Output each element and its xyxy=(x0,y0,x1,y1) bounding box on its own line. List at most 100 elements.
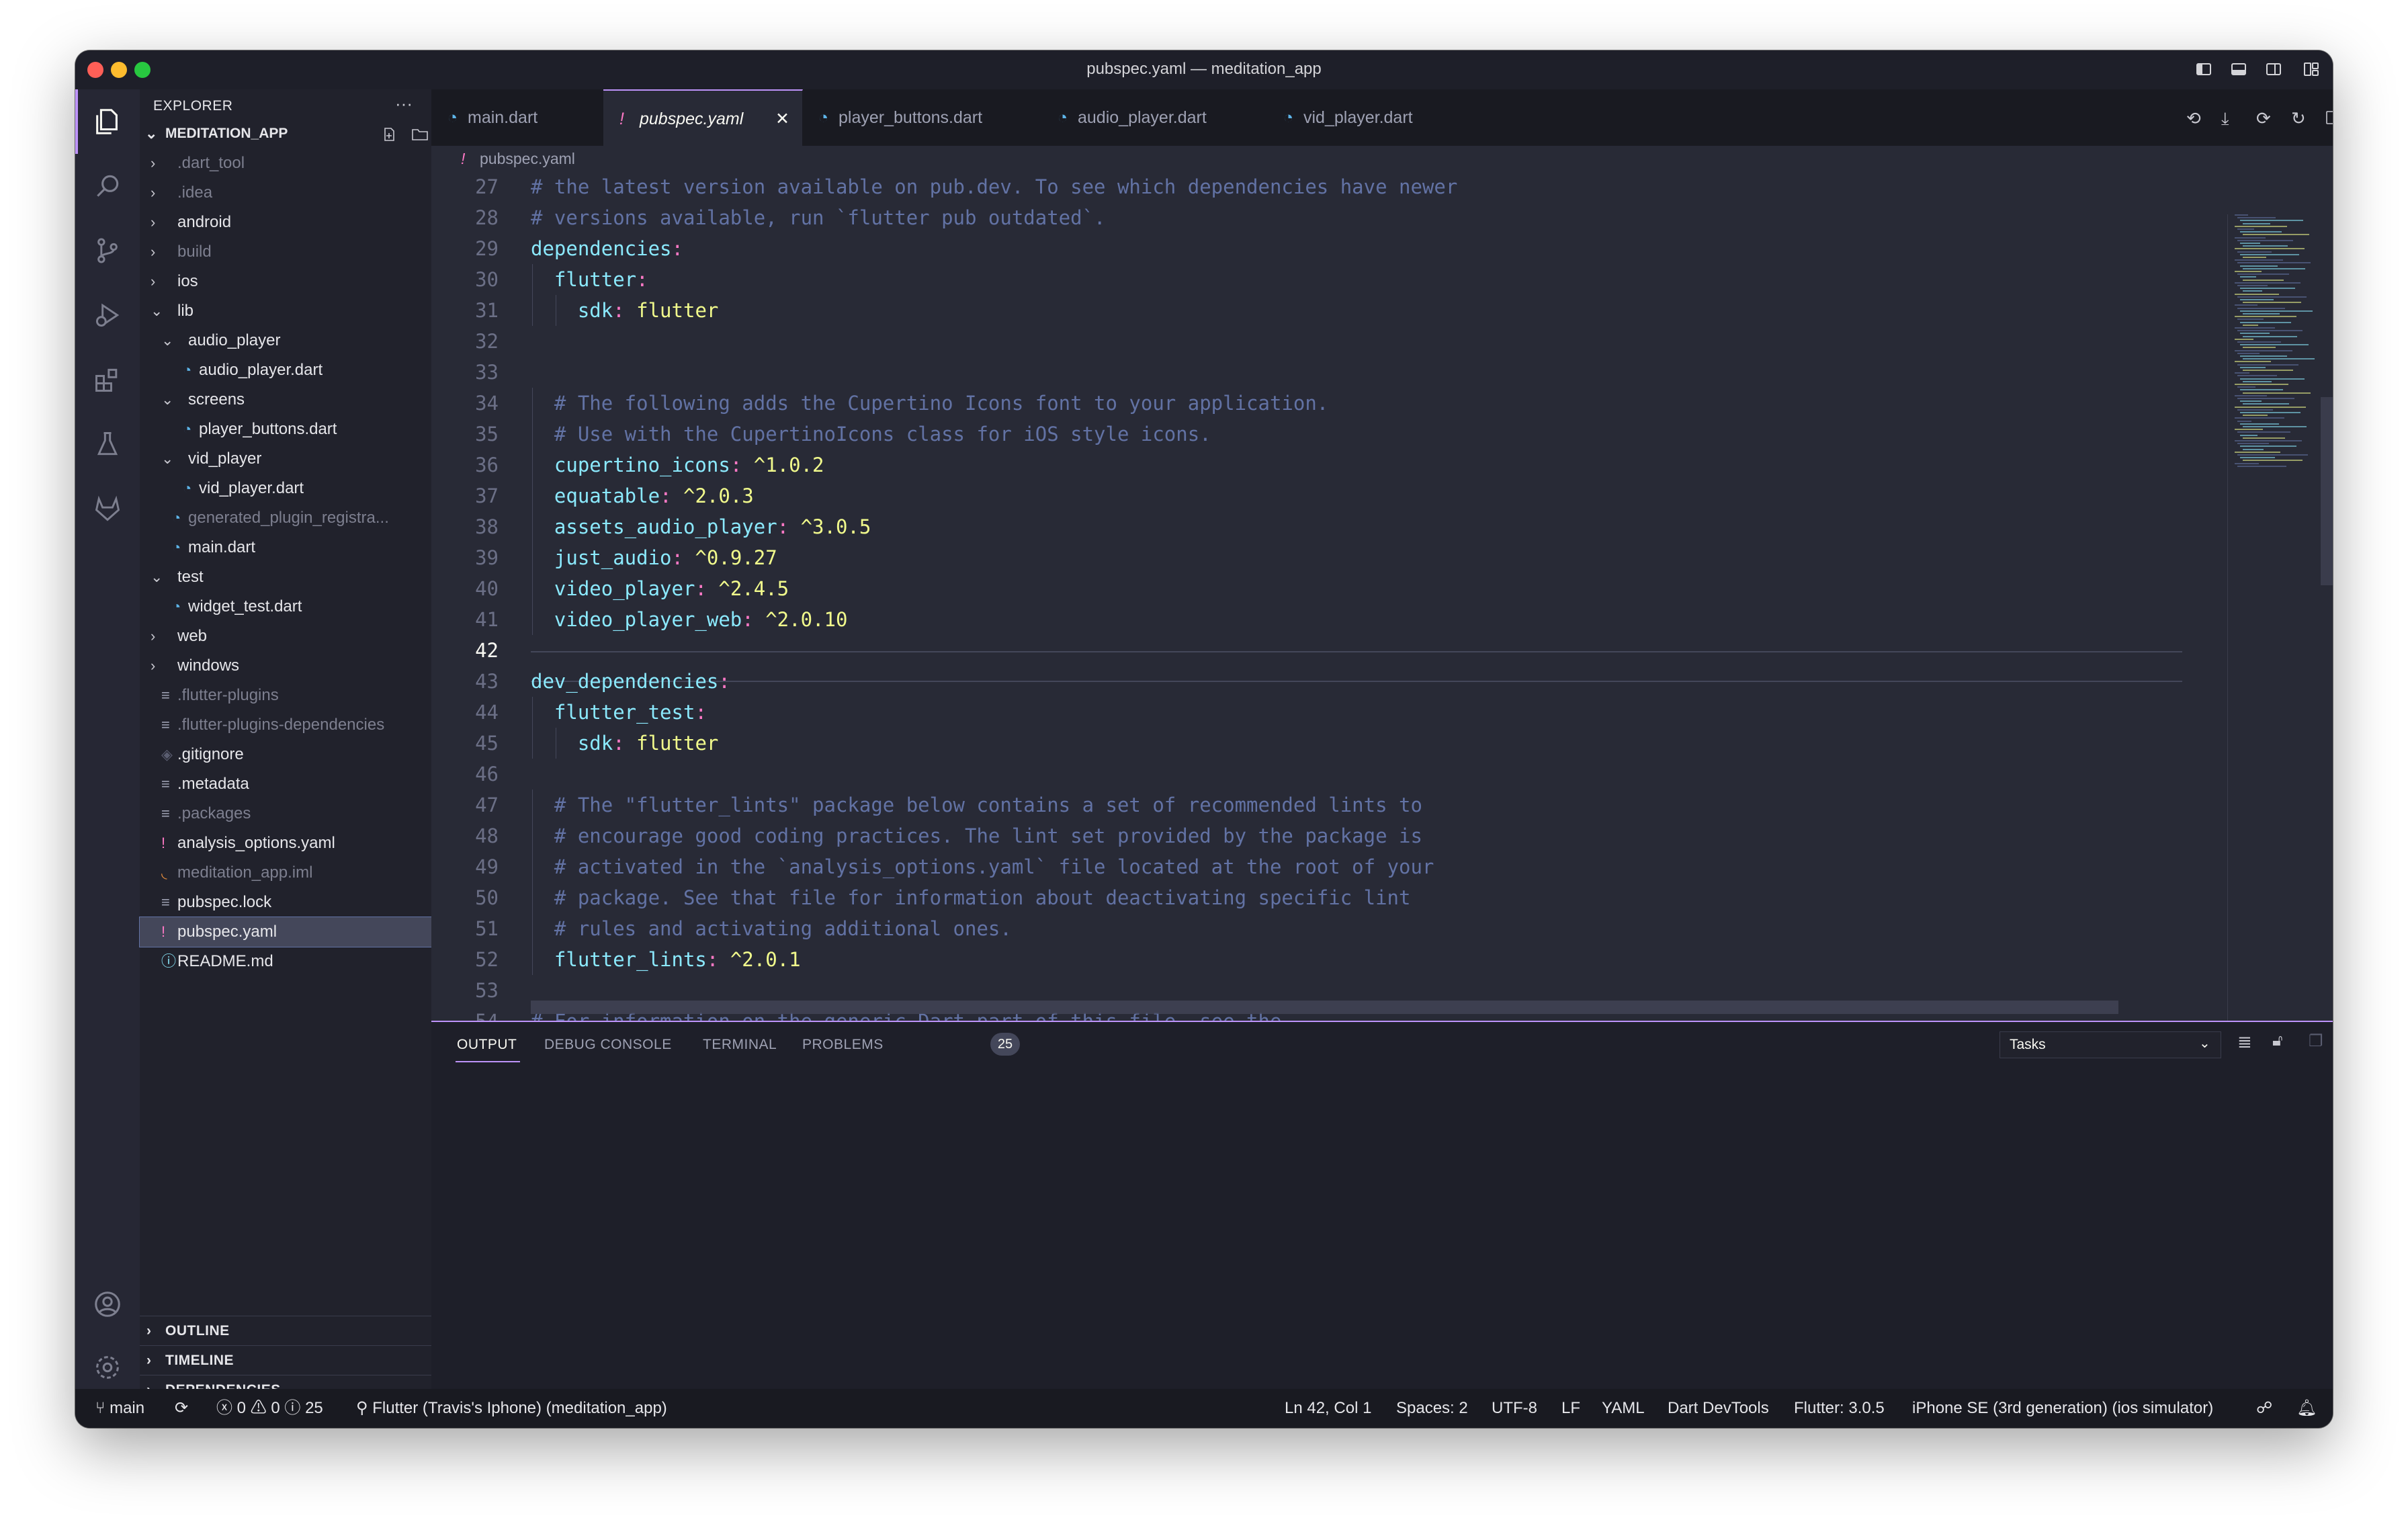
tree-file[interactable]: ◈ .gitignore xyxy=(140,740,431,769)
code-line[interactable]: # encourage good coding practices. The l… xyxy=(531,820,1422,851)
new-folder-icon[interactable] xyxy=(411,126,429,142)
code-line[interactable]: # The "flutter_lints" package below cont… xyxy=(531,790,1422,820)
code-line[interactable]: # rules and activating additional ones. xyxy=(531,913,1012,944)
tree-folder[interactable]: › ios xyxy=(140,267,431,296)
tab-terminal[interactable]: TERMINAL xyxy=(703,1037,777,1053)
tree-folder[interactable]: › .dart_tool xyxy=(140,148,431,178)
branch-status[interactable]: ⑂ main xyxy=(95,1389,144,1428)
tree-file[interactable]: ◔ main.dart xyxy=(140,533,431,562)
code-line[interactable]: sdk: flutter xyxy=(531,295,719,326)
code-line[interactable]: equatable: ^2.0.3 xyxy=(531,480,754,511)
eol-status[interactable]: LF xyxy=(1561,1389,1580,1428)
code-line[interactable]: # The following adds the Cupertino Icons… xyxy=(531,388,1328,419)
sidebar-section-outline[interactable]: › OUTLINE xyxy=(140,1316,431,1346)
tree-folder[interactable]: › web xyxy=(140,622,431,651)
close-tab-icon[interactable]: ✕ xyxy=(775,91,789,147)
code-line[interactable]: sdk: flutter xyxy=(531,728,719,759)
tree-folder[interactable]: › android xyxy=(140,208,431,237)
search-icon[interactable] xyxy=(89,167,126,205)
tree-folder[interactable]: › build xyxy=(140,237,431,267)
clear-output-icon[interactable]: ≣ xyxy=(2237,1031,2252,1052)
tree-file[interactable]: ! analysis_options.yaml xyxy=(140,829,431,858)
testing-icon[interactable] xyxy=(89,425,126,463)
more-actions-icon[interactable]: ··· xyxy=(395,93,413,114)
run-debug-icon[interactable] xyxy=(89,296,126,334)
flutter-version-status[interactable]: Flutter: 3.0.5 xyxy=(1794,1389,1885,1428)
gitlab-icon[interactable] xyxy=(89,490,126,527)
device-target-status[interactable]: ⚲ Flutter (Travis's Iphone) (meditation_… xyxy=(356,1389,667,1428)
feedback-icon[interactable]: ☍ xyxy=(2256,1389,2272,1428)
tree-file[interactable]: ≡ .metadata xyxy=(140,769,431,799)
settings-gear-icon[interactable] xyxy=(89,1349,126,1386)
tree-folder[interactable]: ⌄ vid_player xyxy=(140,444,431,474)
lock-scroll-icon[interactable]: 🔓︎ xyxy=(2272,1031,2283,1050)
download-icon[interactable]: ⤓ xyxy=(2221,108,2229,130)
tab-pubspec-yaml[interactable]: ! pubspec.yaml ✕ xyxy=(603,89,803,147)
output-channel-select[interactable]: Tasks ⌄ xyxy=(2000,1031,2221,1058)
code-line[interactable]: # versions available, run `flutter pub o… xyxy=(531,202,1106,233)
code-editor[interactable]: 27 # the latest version available on pub.… xyxy=(431,171,2333,1021)
tree-file[interactable]: ◔ generated_plugin_registra... xyxy=(140,503,431,533)
tree-folder[interactable]: ⌄ test xyxy=(140,562,431,592)
tree-file[interactable]: ≡ .packages xyxy=(140,799,431,829)
timeline-history-icon[interactable]: ⟲ xyxy=(2186,108,2201,129)
tree-file[interactable]: ◔ audio_player.dart xyxy=(140,355,431,385)
tree-folder[interactable]: › .idea xyxy=(140,178,431,208)
toggle-secondary-sidebar-icon[interactable] xyxy=(2266,61,2282,77)
split-editor-icon[interactable] xyxy=(2325,110,2333,126)
tree-file[interactable]: ≡ .flutter-plugins xyxy=(140,681,431,710)
indentation-status[interactable]: Spaces: 2 xyxy=(1396,1389,1468,1428)
language-mode[interactable]: YAML xyxy=(1602,1389,1645,1428)
code-line[interactable]: # package. See that file for information… xyxy=(531,882,1411,913)
account-icon[interactable] xyxy=(89,1285,126,1323)
toggle-primary-sidebar-icon[interactable] xyxy=(2196,61,2212,77)
code-line[interactable]: dev_dependencies: xyxy=(531,666,730,697)
refresh-icon[interactable]: ↻ xyxy=(2291,108,2306,129)
code-line[interactable]: flutter: xyxy=(531,264,648,295)
code-line[interactable]: video_player: ^2.4.5 xyxy=(531,573,789,604)
tree-file[interactable]: ◔ player_buttons.dart xyxy=(140,415,431,444)
new-file-icon[interactable] xyxy=(382,126,398,142)
tree-file[interactable]: ⓘ README.md xyxy=(140,947,431,976)
breadcrumb-file[interactable]: pubspec.yaml xyxy=(480,146,575,171)
code-line[interactable]: cupertino_icons: ^1.0.2 xyxy=(531,450,824,480)
tree-folder[interactable]: ⌄ audio_player xyxy=(140,326,431,355)
code-line[interactable]: flutter_test: xyxy=(531,697,707,728)
cursor-position[interactable]: Ln 42, Col 1 xyxy=(1285,1389,1371,1428)
code-line[interactable]: just_audio: ^0.9.27 xyxy=(531,542,777,573)
code-line[interactable]: # Use with the CupertinoIcons class for … xyxy=(531,419,1211,450)
code-line[interactable]: flutter_lints: ^2.0.1 xyxy=(531,944,801,975)
tab-main-dart[interactable]: ◔ main.dart xyxy=(431,89,604,146)
sync-icon[interactable]: ⟳ xyxy=(2256,108,2271,129)
tree-folder[interactable]: › windows xyxy=(140,651,431,681)
tab-debug-console[interactable]: DEBUG CONSOLE xyxy=(544,1037,672,1053)
tab-problems[interactable]: PROBLEMS xyxy=(802,1037,884,1053)
sidebar-section-timeline[interactable]: › TIMELINE xyxy=(140,1345,431,1375)
open-in-editor-icon[interactable]: ❐ xyxy=(2309,1031,2323,1051)
tree-file[interactable]: ◟ meditation_app.iml xyxy=(140,858,431,888)
editor-scrollbar-thumb[interactable] xyxy=(2321,397,2333,585)
code-line[interactable]: dependencies: xyxy=(531,233,683,264)
tree-folder[interactable]: ⌄ lib xyxy=(140,296,431,326)
tab-output[interactable]: OUTPUT xyxy=(457,1037,517,1053)
horizontal-scrollbar[interactable] xyxy=(531,1001,2118,1014)
tree-file[interactable]: ◔ widget_test.dart xyxy=(140,592,431,622)
dart-devtools-status[interactable]: Dart DevTools xyxy=(1668,1389,1769,1428)
source-control-icon[interactable] xyxy=(89,232,126,269)
tree-file[interactable]: ! pubspec.yaml xyxy=(139,917,432,947)
explorer-icon[interactable] xyxy=(89,103,126,140)
tab-audio_player-dart[interactable]: ◔ audio_player.dart xyxy=(1041,89,1268,146)
code-line[interactable]: # activated in the `analysis_options.yam… xyxy=(531,851,1434,882)
code-line[interactable]: # the latest version available on pub.de… xyxy=(531,171,1457,202)
tree-file[interactable]: ≡ .flutter-plugins-dependencies xyxy=(140,710,431,740)
tree-file[interactable]: ◔ vid_player.dart xyxy=(140,474,431,503)
customize-layout-icon[interactable] xyxy=(2303,61,2319,77)
code-line[interactable]: video_player_web: ^2.0.10 xyxy=(531,604,848,635)
device-status[interactable]: iPhone SE (3rd generation) (ios simulato… xyxy=(1912,1389,2213,1428)
workspace-root[interactable]: ⌄ MEDITATION_APP xyxy=(140,119,431,148)
tree-folder[interactable]: ⌄ screens xyxy=(140,385,431,415)
encoding-status[interactable]: UTF-8 xyxy=(1492,1389,1537,1428)
toggle-panel-icon[interactable] xyxy=(2231,61,2247,77)
tab-vid_player-dart[interactable]: ◔ vid_player.dart xyxy=(1267,89,1469,146)
tab-player_buttons-dart[interactable]: ◔ player_buttons.dart xyxy=(802,89,1042,146)
